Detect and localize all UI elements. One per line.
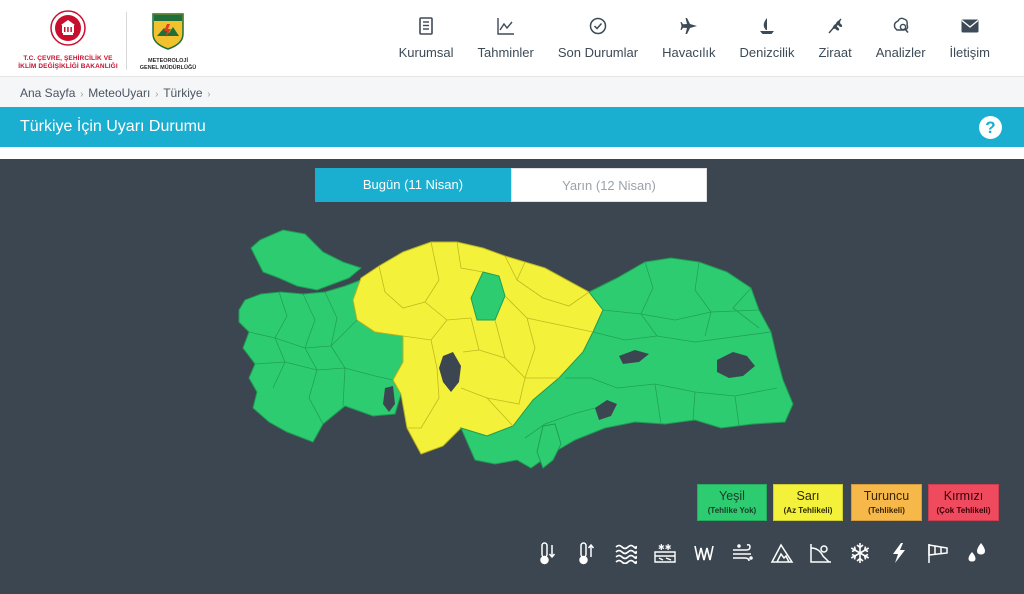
legend-label: Turuncu: [863, 489, 910, 503]
mgm-name: METEOROLOJİ GENEL MÜDÜRLÜĞÜ: [132, 58, 204, 72]
day-tabs: Bugün (11 Nisan) Yarın (12 Nisan): [315, 168, 708, 202]
spacer: [0, 147, 1024, 159]
ministry-name-line1: T.C. ÇEVRE, ŞEHİRCİLİK VE: [23, 55, 113, 62]
legend-orange: Turuncu (Tehlikeli): [851, 484, 922, 521]
wheat-icon: [825, 16, 845, 36]
heavy-rain-icon[interactable]: [684, 539, 723, 567]
rain-drops-icon[interactable]: [957, 539, 996, 567]
nav-item-havacilik[interactable]: Havacılık: [650, 16, 727, 66]
ministry-logo[interactable]: T.C. ÇEVRE, ŞEHİRCİLİK VE İKLİM DEĞİŞİKL…: [14, 10, 122, 72]
nav-label: Analizler: [875, 45, 926, 60]
ministry-name: T.C. ÇEVRE, ŞEHİRCİLİK VE İKLİM DEĞİŞİKL…: [14, 55, 122, 71]
page-title-bar: Türkiye İçin Uyarı Durumu ?: [0, 107, 1024, 147]
nav-label: Ziraat: [818, 45, 852, 60]
legend-label: Sarı: [796, 489, 820, 503]
svg-text:✱✱: ✱✱: [658, 543, 672, 552]
chevron-right-icon: ›: [204, 89, 211, 100]
legend-desc: (Az Tehlikeli): [783, 506, 833, 515]
legend-label: Yeşil: [719, 489, 745, 503]
hot-thermometer-icon[interactable]: [567, 539, 606, 567]
nav-label: Son Durumlar: [557, 45, 639, 60]
nav-item-denizcilik[interactable]: Denizcilik: [728, 16, 807, 66]
mgm-logo[interactable]: METEOROLOJİ GENEL MÜDÜRLÜĞÜ: [132, 12, 204, 72]
legend-label: Kırmızı: [943, 489, 984, 503]
legend-desc: (Tehlikeli): [868, 506, 905, 515]
avalanche-icon[interactable]: [762, 539, 801, 567]
sailboat-icon: [757, 16, 777, 36]
thunderstorm-icon[interactable]: [879, 539, 918, 567]
ministry-name-line2: İKLİM DEĞİŞİKLİĞİ BAKANLIĞI: [18, 63, 118, 70]
snow-ice-icon[interactable]: ✱✱: [645, 539, 684, 567]
tab-today[interactable]: Bugün (11 Nisan): [315, 168, 511, 202]
ministry-seal-icon: [50, 10, 86, 46]
hazard-filter-bar: ✱✱: [528, 539, 996, 567]
turkey-warning-map[interactable]: [225, 228, 800, 473]
breadcrumb-home[interactable]: Ana Sayfa: [20, 86, 75, 100]
breadcrumb-turkiye[interactable]: Türkiye: [163, 86, 202, 100]
mgm-name-line1: METEOROLOJİ: [147, 58, 189, 64]
nav-label: Havacılık: [662, 45, 716, 60]
breadcrumb-meteouyari[interactable]: MeteoUyarı: [88, 86, 150, 100]
nav-label: İletişim: [949, 45, 990, 60]
site-header: T.C. ÇEVRE, ŞEHİRCİLİK VE İKLİM DEĞİŞİKL…: [0, 0, 1024, 77]
breadcrumb: Ana Sayfa › MeteoUyarı › Türkiye ›: [0, 77, 1024, 107]
fog-waves-icon[interactable]: [606, 539, 645, 567]
document-icon: [416, 16, 436, 36]
nav-item-ziraat[interactable]: Ziraat: [806, 16, 863, 66]
nav-item-kurumsal[interactable]: Kurumsal: [387, 16, 466, 66]
nav-item-tahminler[interactable]: Tahminler: [466, 16, 546, 66]
wind-icon[interactable]: [723, 539, 762, 567]
help-icon[interactable]: ?: [979, 116, 1002, 139]
nav-item-analizler[interactable]: Analizler: [864, 16, 938, 66]
legend-red: Kırmızı (Çok Tehlikeli): [928, 484, 999, 521]
cold-thermometer-icon[interactable]: [528, 539, 567, 567]
chart-icon: [496, 16, 516, 36]
nav-label: Denizcilik: [739, 45, 795, 60]
tab-tomorrow[interactable]: Yarın (12 Nisan): [511, 168, 707, 202]
envelope-icon: [960, 16, 980, 36]
mgm-shield-icon: [152, 13, 184, 50]
windsock-icon[interactable]: [918, 539, 957, 567]
snowflake-icon[interactable]: [840, 539, 879, 567]
landslide-icon[interactable]: [801, 539, 840, 567]
nav-item-son-durumlar[interactable]: Son Durumlar: [546, 16, 650, 66]
legend-green: Yeşil (Tehlike Yok): [697, 484, 767, 521]
page-title: Türkiye İçin Uyarı Durumu: [20, 118, 206, 135]
warning-map-panel: Bugün (11 Nisan) Yarın (12 Nisan) Yeşil …: [0, 159, 1024, 594]
nav-item-iletisim[interactable]: İletişim: [938, 16, 1002, 66]
analysis-icon: [891, 16, 911, 36]
nav-label: Kurumsal: [398, 45, 454, 60]
legend-desc: (Tehlike Yok): [707, 506, 757, 515]
legend-yellow: Sarı (Az Tehlikeli): [773, 484, 843, 521]
chevron-right-icon: ›: [77, 89, 87, 100]
region-thrace: [250, 229, 363, 291]
mgm-name-line2: GENEL MÜDÜRLÜĞÜ: [139, 65, 197, 71]
logo-divider: [126, 12, 127, 70]
main-nav: Kurumsal Tahminler Son Durumlar Havacılı…: [387, 16, 1002, 66]
chevron-right-icon: ›: [152, 89, 162, 100]
airplane-icon: [679, 16, 699, 36]
nav-label: Tahminler: [477, 45, 534, 60]
legend-desc: (Çok Tehlikeli): [936, 506, 991, 515]
check-circle-icon: [588, 16, 608, 36]
